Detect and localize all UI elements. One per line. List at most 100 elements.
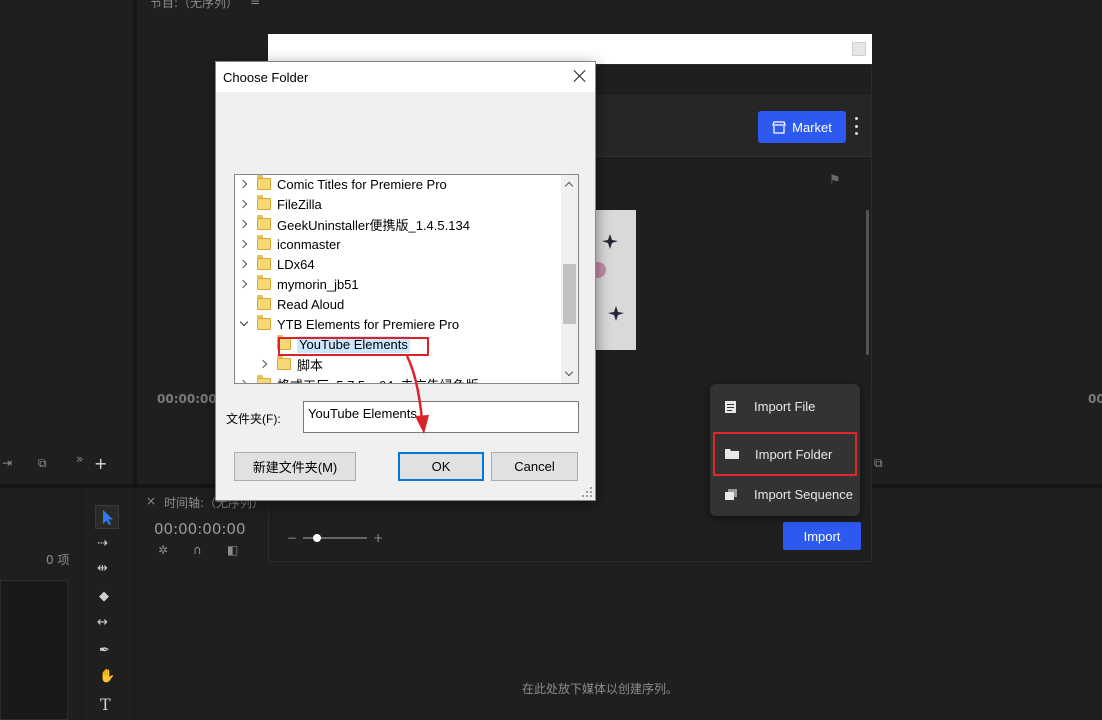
folder-icon	[277, 355, 291, 370]
asset-thumbnail[interactable]	[590, 210, 636, 350]
dialog-titlebar: Choose Folder	[216, 62, 595, 92]
folder-icon	[257, 375, 271, 383]
ok-button[interactable]: OK	[398, 452, 484, 481]
chevron-right-icon[interactable]	[239, 259, 249, 269]
tree-item-label: Read Aloud	[277, 296, 345, 312]
folder-icon	[257, 315, 271, 330]
compare-icon[interactable]: ⧉	[874, 456, 883, 471]
folder-icon	[257, 295, 271, 310]
more-icon[interactable]: »	[76, 452, 83, 466]
import-folder-label: Import Folder	[755, 446, 833, 462]
pin-icon[interactable]: ⚑	[829, 173, 849, 188]
tree-scrollbar[interactable]	[561, 175, 578, 383]
import-button[interactable]: Import	[783, 522, 861, 550]
timeline-timecode: 00:00:00:00	[154, 520, 246, 538]
project-menu-icon[interactable]: ≡	[250, 0, 260, 8]
tree-item[interactable]: iconmaster	[239, 234, 565, 254]
resize-grip-icon[interactable]	[582, 487, 592, 497]
item-count: 0 项	[46, 553, 70, 567]
sequence-icon	[724, 488, 738, 500]
store-icon	[772, 120, 787, 134]
dialog-title: Choose Folder	[223, 69, 309, 85]
timecode-left: 00:00:00	[157, 392, 217, 406]
chevron-right-icon[interactable]	[239, 199, 249, 209]
tree-item[interactable]: YTB Elements for Premiere Pro	[239, 314, 565, 334]
folder-icon	[257, 195, 271, 210]
tree-item-label: GeekUninstaller便携版_1.4.5.134	[277, 217, 470, 233]
tree-item-label: Comic Titles for Premiere Pro	[277, 176, 447, 192]
zoom-slider-thumb[interactable]	[313, 534, 322, 542]
scroll-up-icon[interactable]	[565, 180, 573, 188]
slip-icon[interactable]: ↔	[97, 615, 119, 633]
new-folder-button[interactable]: 新建文件夹(M)	[234, 452, 356, 481]
folder-icon	[257, 235, 271, 250]
timeline-close-icon[interactable]: ×	[146, 494, 156, 508]
track-select-icon[interactable]: ⇢	[97, 536, 119, 554]
linked-selection-icon[interactable]: ∩	[193, 543, 202, 557]
tree-item[interactable]: Read Aloud	[239, 294, 565, 314]
chevron-right-icon[interactable]	[239, 239, 249, 249]
chevron-right-icon[interactable]	[259, 359, 269, 369]
add-marker-icon[interactable]: ◧	[227, 543, 238, 557]
folder-icon	[257, 275, 271, 290]
import-file-item[interactable]: Import File	[714, 386, 856, 426]
folder-icon	[725, 448, 739, 460]
razor-icon[interactable]: ◆	[99, 589, 121, 607]
project-tab-title[interactable]: 节目:（无序列）	[150, 0, 238, 11]
chevron-right-icon[interactable]	[239, 179, 249, 189]
chevron-down-icon[interactable]	[239, 319, 249, 329]
export-frame-icon[interactable]: ⧉	[38, 456, 47, 471]
zoom-out-icon[interactable]: −	[287, 531, 297, 545]
insert-icon[interactable]: ⇥	[2, 456, 12, 470]
tree-item[interactable]: Comic Titles for Premiere Pro	[239, 175, 565, 194]
tree-item-label: 脚本	[297, 357, 324, 373]
plugin-scrollbar[interactable]	[866, 210, 869, 355]
tree-item-label: iconmaster	[277, 236, 341, 252]
tree-item[interactable]: LDx64	[239, 254, 565, 274]
tree-item[interactable]: mymorin_jb51	[239, 274, 565, 294]
folder-field[interactable]: YouTube Elements	[303, 401, 579, 433]
thumbnail-zoom[interactable]: − +	[287, 531, 383, 545]
plugin-window-button[interactable]	[852, 42, 866, 56]
import-folder-item[interactable]: Import Folder	[713, 432, 857, 476]
plugin-titlebar	[268, 34, 872, 64]
selection-tool-icon[interactable]	[95, 505, 119, 529]
chevron-right-icon[interactable]	[239, 379, 249, 383]
market-label: Market	[792, 119, 832, 135]
chevron-right-icon[interactable]	[239, 219, 249, 229]
zoom-in-icon[interactable]: +	[373, 531, 383, 545]
import-file-label: Import File	[754, 398, 816, 414]
ripple-edit-icon[interactable]: ⇹	[97, 561, 119, 579]
tree-item-label: mymorin_jb51	[277, 276, 359, 292]
hand-icon[interactable]: ✋	[99, 669, 121, 687]
chevron-right-icon[interactable]	[239, 279, 249, 289]
pen-icon[interactable]: ✒	[99, 643, 121, 661]
scrollbar-thumb[interactable]	[563, 264, 576, 324]
file-icon	[724, 400, 738, 413]
import-sequence-label: Import Sequence	[754, 486, 854, 502]
tree-item[interactable]: FileZilla	[239, 194, 565, 214]
snap-icon[interactable]: ✲	[158, 543, 168, 557]
tree-item-label: YTB Elements for Premiere Pro	[277, 316, 460, 332]
media-bin-list	[0, 580, 68, 720]
add-icon[interactable]: +	[94, 454, 107, 473]
import-sequence-item[interactable]: Import Sequence	[714, 474, 856, 514]
tree-item-label: 格式工厂_5.7.5_x64_去广告绿色版	[277, 375, 479, 384]
tree-item-label: LDx64	[277, 256, 315, 272]
scroll-down-icon[interactable]	[565, 370, 573, 378]
zoom-slider[interactable]	[303, 534, 368, 542]
drop-hint: 在此处放下媒体以创建序列。	[522, 682, 679, 696]
more-options-icon[interactable]	[853, 117, 859, 135]
folder-icon	[257, 175, 271, 190]
import-menu: Import File Import Folder Import Sequenc…	[710, 384, 860, 516]
market-button[interactable]: Market	[758, 111, 846, 143]
tree-item[interactable]: 格式工厂_5.7.5_x64_去广告绿色版	[239, 374, 565, 384]
project-panel	[0, 0, 133, 484]
tree-item[interactable]: 脚本	[259, 354, 578, 374]
selection-highlight-box	[278, 337, 429, 356]
close-icon[interactable]	[573, 69, 587, 83]
tree-item[interactable]: GeekUninstaller便携版_1.4.5.134	[239, 214, 565, 234]
cancel-button[interactable]: Cancel	[491, 452, 578, 481]
folder-field-label: 文件夹(F):	[226, 412, 281, 426]
type-tool-icon[interactable]: T	[100, 695, 122, 715]
